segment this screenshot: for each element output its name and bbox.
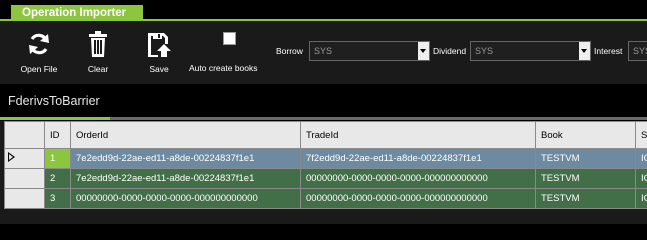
table-header-row: ID OrderId TradeId Book St bbox=[4, 121, 647, 149]
column-header-id[interactable]: ID bbox=[44, 121, 71, 149]
borrow-label: Borrow bbox=[276, 46, 303, 56]
clear-button[interactable]: Clear bbox=[78, 21, 118, 81]
table-row[interactable]: 2 7e2edd9d-22ae-ed11-a8de-00224837f1e1 0… bbox=[4, 168, 647, 189]
open-file-label: Open File bbox=[20, 64, 58, 74]
column-header-trade-id[interactable]: TradeId bbox=[300, 121, 536, 149]
auto-create-books-checkbox[interactable] bbox=[223, 32, 236, 45]
interest-select-value: SYS bbox=[633, 46, 647, 56]
column-header-status[interactable]: St bbox=[635, 121, 647, 149]
cell-id[interactable]: 1 bbox=[44, 148, 71, 169]
operations-table: ID OrderId TradeId Book St 1 7e2edd9d-22… bbox=[4, 121, 647, 209]
cell-status[interactable]: IC bbox=[635, 148, 647, 169]
cell-order-id[interactable]: 00000000-0000-0000-0000-000000000000 bbox=[70, 188, 301, 209]
interest-select[interactable]: SYS bbox=[628, 41, 647, 61]
column-header-book[interactable]: Book bbox=[535, 121, 636, 149]
cell-order-id[interactable]: 7e2edd9d-22ae-ed11-a8de-00224837f1e1 bbox=[70, 148, 301, 169]
cell-status[interactable]: IC bbox=[635, 168, 647, 189]
chevron-down-icon[interactable] bbox=[418, 42, 429, 60]
row-header-corner[interactable] bbox=[4, 121, 45, 149]
data-grid: ID OrderId TradeId Book St 1 7e2edd9d-22… bbox=[0, 121, 647, 224]
toolbar: Open File Clear Save Auto create books B… bbox=[0, 21, 647, 84]
cell-status[interactable]: IC bbox=[635, 188, 647, 209]
save-icon bbox=[148, 33, 171, 57]
table-row[interactable]: 1 7e2edd9d-22ae-ed11-a8de-00224837f1e1 7… bbox=[4, 148, 647, 169]
chevron-down-icon[interactable] bbox=[579, 42, 590, 60]
cell-book[interactable]: TESTVM bbox=[535, 168, 636, 189]
section-active-underline bbox=[0, 117, 110, 120]
borrow-select[interactable]: SYS bbox=[309, 41, 430, 61]
row-indicator[interactable] bbox=[4, 148, 45, 169]
dividend-select-value: SYS bbox=[475, 46, 494, 56]
open-file-button[interactable]: Open File bbox=[17, 21, 61, 81]
row-indicator[interactable] bbox=[4, 168, 45, 189]
auto-create-books-label: Auto create books bbox=[189, 63, 258, 73]
cell-book[interactable]: TESTVM bbox=[535, 148, 636, 169]
section-header: FderivsToBarrier bbox=[0, 84, 647, 121]
table-row[interactable]: 3 00000000-0000-0000-0000-000000000000 0… bbox=[4, 188, 647, 209]
cell-trade-id[interactable]: 00000000-0000-0000-0000-000000000000 bbox=[300, 188, 536, 209]
column-header-order-id[interactable]: OrderId bbox=[70, 121, 301, 149]
cell-id[interactable]: 3 bbox=[44, 188, 71, 209]
dividend-label: Dividend bbox=[433, 46, 467, 56]
save-label: Save bbox=[149, 64, 169, 74]
cell-id[interactable]: 2 bbox=[44, 168, 71, 189]
borrow-select-value: SYS bbox=[314, 46, 333, 56]
refresh-icon bbox=[29, 33, 49, 55]
clear-label: Clear bbox=[87, 64, 109, 74]
current-row-arrow-icon bbox=[8, 152, 15, 162]
cell-trade-id[interactable]: 7f2edd9d-22ae-ed11-a8de-00224837f1e1 bbox=[300, 148, 536, 169]
cell-book[interactable]: TESTVM bbox=[535, 188, 636, 209]
dividend-select[interactable]: SYS bbox=[470, 41, 591, 61]
row-indicator[interactable] bbox=[4, 188, 45, 209]
interest-label: Interest bbox=[594, 46, 623, 56]
cell-trade-id[interactable]: 00000000-0000-0000-0000-000000000000 bbox=[300, 168, 536, 189]
cell-order-id[interactable]: 7e2edd9d-22ae-ed11-a8de-00224837f1e1 bbox=[70, 168, 301, 189]
section-title[interactable]: FderivsToBarrier bbox=[8, 94, 100, 108]
trash-icon bbox=[89, 31, 107, 57]
save-button[interactable]: Save bbox=[140, 21, 178, 81]
